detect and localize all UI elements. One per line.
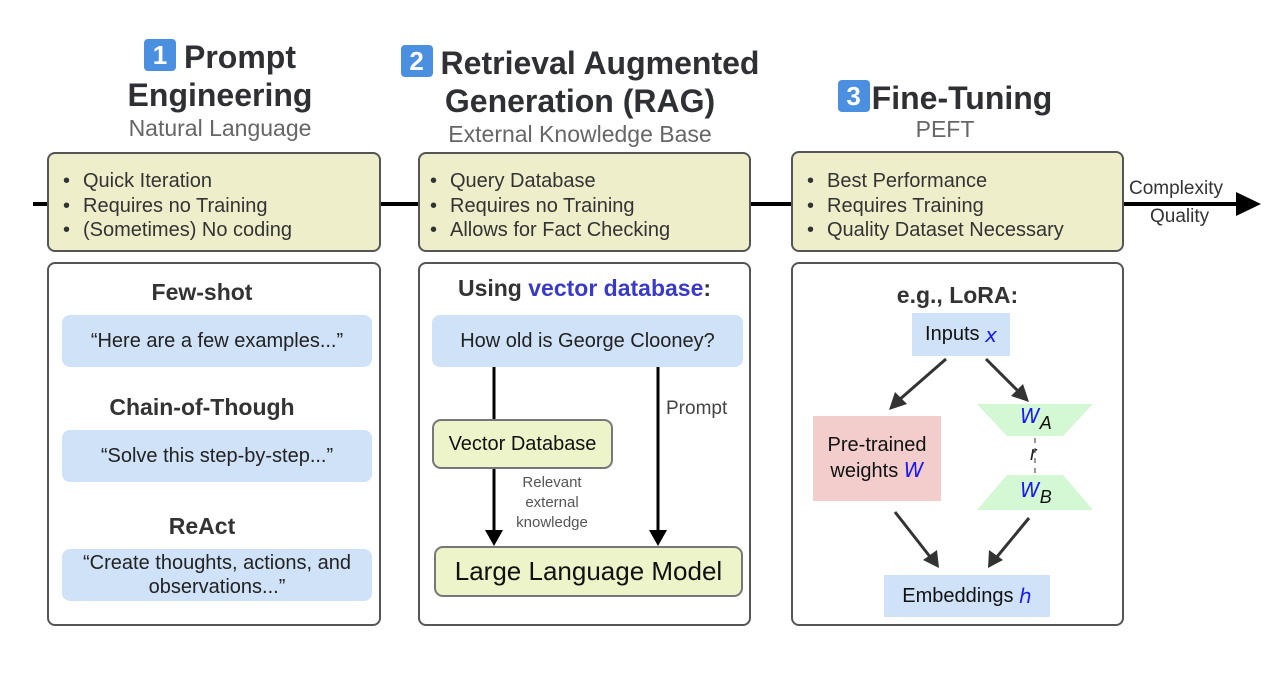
column-3-title: 3 Fine-Tuning [800, 79, 1090, 117]
adapter-to-embeddings-arrow [994, 517, 1031, 559]
embeddings-node: Embeddings h [884, 575, 1050, 617]
feature-item: (Sometimes) No coding [63, 218, 379, 243]
rank-label: r [1030, 443, 1037, 465]
column-2-features: Query Database Requires no Training Allo… [418, 152, 751, 252]
feature-item: Requires Training [807, 194, 1122, 219]
adapter-b-label: WB [1020, 478, 1052, 507]
feature-item: Quick Iteration [63, 169, 379, 194]
feature-item: Best Performance [807, 169, 1122, 194]
axis-label-complexity: Complexity [1129, 178, 1223, 199]
adapter-a-label: WA [1020, 404, 1052, 433]
embeddings-variable: h [1019, 584, 1032, 608]
prompt-arrowhead [649, 530, 667, 546]
column-2-title-line2: Generation (RAG) [444, 83, 716, 119]
column-3-header: 3 Fine-Tuning PEFT [800, 79, 1090, 143]
step-badge-3: 3 [837, 80, 870, 112]
retrieval-arrowhead [485, 530, 503, 546]
prompt-label: Prompt [666, 398, 728, 419]
column-1-subtitle: Natural Language [128, 115, 312, 141]
column-2-subtitle: External Knowledge Base [448, 121, 712, 147]
react-example: “Create thoughts, actions, and observati… [62, 549, 372, 601]
progression-axis-arrowhead [1236, 192, 1261, 216]
feature-item: Requires no Training [63, 194, 379, 219]
llm-node: Large Language Model [434, 546, 743, 597]
chain-of-thought-heading: Chain-of-Though [109, 394, 295, 420]
column-1-title-line2: Engineering [127, 77, 313, 113]
react-heading: ReAct [168, 513, 236, 539]
column-2-title: 2 Retrieval Augmented [380, 44, 780, 82]
column-1-features: Quick Iteration Requires no Training (So… [47, 152, 381, 252]
feature-item: Requires no Training [430, 194, 749, 219]
inputs-to-adapter-arrow [984, 357, 1021, 394]
retrieval-label: Relevant external knowledge [516, 474, 588, 531]
column-3-subtitle: PEFT [915, 116, 975, 142]
step-badge-1: 1 [144, 39, 176, 71]
pretrained-to-embeddings-arrow [893, 511, 933, 559]
vector-database-node: Vector Database [432, 419, 613, 469]
column-3-features: Best Performance Requires Training Quali… [791, 151, 1124, 252]
feature-item: Allows for Fact Checking [430, 218, 749, 243]
column-1-title: 1 Prompt [60, 38, 380, 76]
feature-item: Quality Dataset Necessary [807, 218, 1122, 243]
step-badge-2: 2 [400, 45, 433, 77]
few-shot-heading: Few-shot [151, 279, 253, 305]
chain-of-thought-example: “Solve this step-by-step...” [62, 430, 372, 482]
column-1-header: 1 Prompt Engineering Natural Language [60, 38, 380, 142]
few-shot-example: “Here are a few examples...” [62, 315, 372, 367]
feature-item: Query Database [430, 169, 749, 194]
column-2-header: 2 Retrieval Augmented Generation (RAG) Ex… [380, 44, 780, 148]
axis-label-quality: Quality [1150, 206, 1210, 227]
inputs-to-pretrained-arrow [898, 357, 947, 402]
lora-flow-arrows [889, 357, 1093, 568]
